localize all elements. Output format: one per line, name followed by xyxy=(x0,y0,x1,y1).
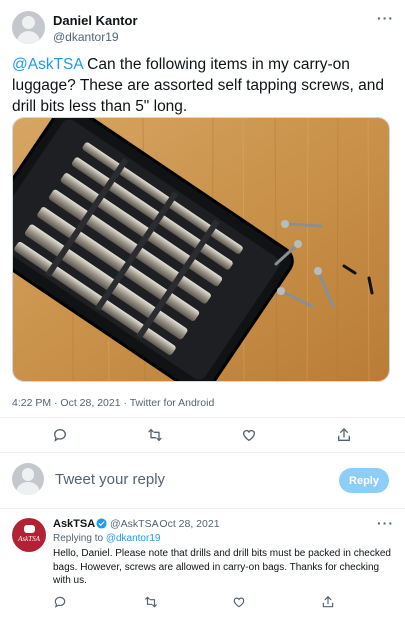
reply-tweet-reply-icon[interactable] xyxy=(50,592,70,612)
replying-to-prefix: Replying to xyxy=(53,533,106,544)
author-handle[interactable]: @dkantor19 xyxy=(53,30,119,44)
divider xyxy=(0,508,405,509)
reply-tweet-retweet-icon[interactable] xyxy=(141,592,161,612)
mention-link[interactable]: @AskTSA xyxy=(12,56,83,73)
tweet-text: @AskTSA Can the following items in my ca… xyxy=(12,54,397,117)
tweet-photo[interactable] xyxy=(12,117,390,382)
reply-tweet-share-icon[interactable] xyxy=(318,592,338,612)
drill-bits-and-screws-photo xyxy=(13,118,389,381)
like-icon[interactable] xyxy=(239,425,259,445)
divider xyxy=(0,452,405,453)
reply-author-handle[interactable]: @AskTSA xyxy=(110,518,159,530)
share-icon[interactable] xyxy=(334,425,354,445)
reply-button[interactable]: Reply xyxy=(339,468,389,493)
reply-more-options-icon[interactable]: ··· xyxy=(377,515,394,531)
author-name[interactable]: Daniel Kantor xyxy=(53,13,138,28)
avatar-logo-text: AskTSA xyxy=(18,535,40,543)
user-avatar[interactable] xyxy=(12,463,44,495)
reply-author-name[interactable]: AskTSA xyxy=(53,518,95,530)
replying-to-handle[interactable]: @dkantor19 xyxy=(106,533,161,544)
reply-date[interactable]: · Oct 28, 2021 xyxy=(153,518,220,530)
replying-to: Replying to @dkantor19 xyxy=(53,533,160,544)
asktsa-avatar[interactable]: AskTSA xyxy=(12,518,46,552)
more-options-icon[interactable]: ··· xyxy=(377,10,394,26)
author-avatar[interactable] xyxy=(12,11,45,44)
reply-tweet-like-icon[interactable] xyxy=(229,592,249,612)
chat-bubble-icon xyxy=(24,525,35,533)
retweet-icon[interactable] xyxy=(145,425,165,445)
reply-input[interactable]: Tweet your reply xyxy=(55,471,165,488)
reply-icon[interactable] xyxy=(50,425,70,445)
verified-badge-icon xyxy=(96,518,107,529)
tweet-timestamp[interactable]: 4:22 PM · Oct 28, 2021 · Twitter for And… xyxy=(12,397,214,409)
divider xyxy=(0,417,405,418)
reply-text: Hello, Daniel. Please note that drills a… xyxy=(53,548,391,586)
